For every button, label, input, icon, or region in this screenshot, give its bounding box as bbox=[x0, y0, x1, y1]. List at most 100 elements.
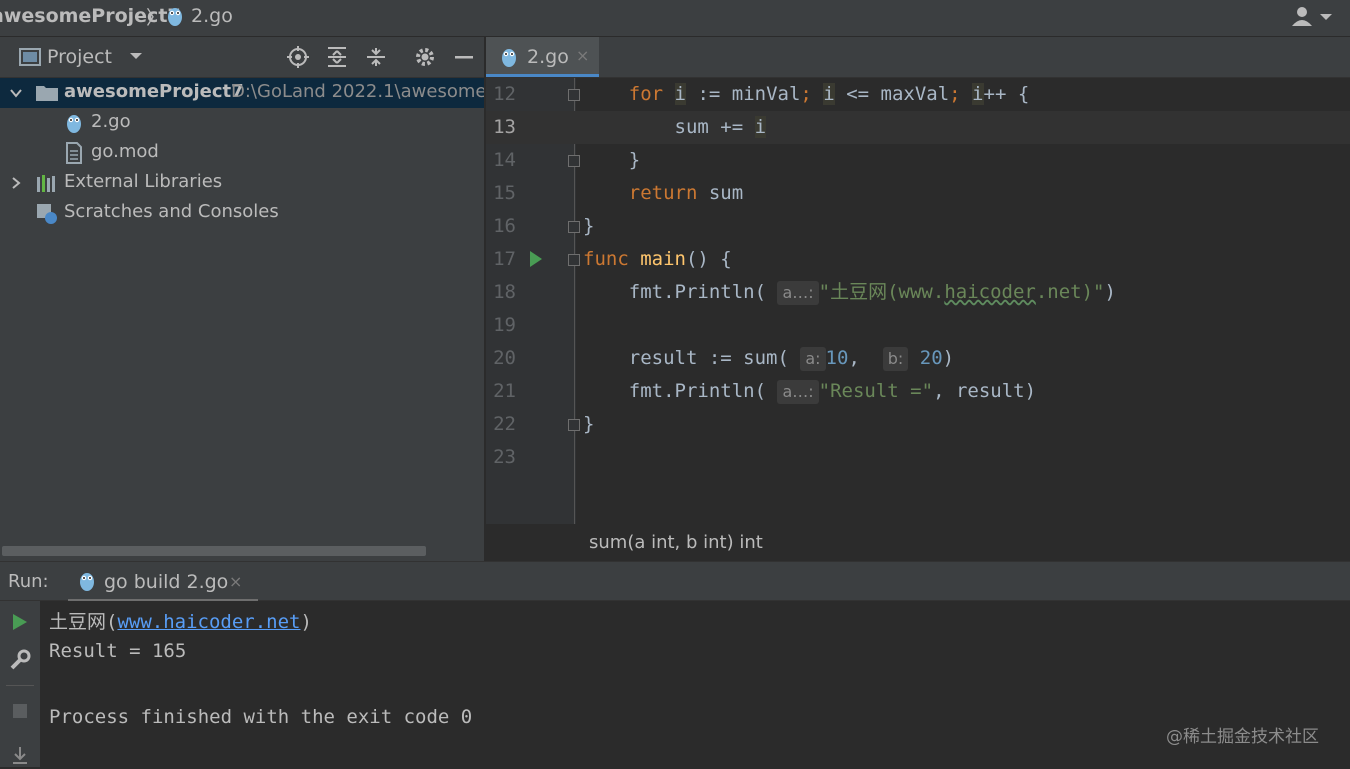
code-text: } bbox=[583, 408, 594, 441]
parameter-hint: a…: bbox=[777, 281, 819, 305]
code-token: haicoder bbox=[944, 281, 1036, 303]
code-token: return bbox=[628, 182, 698, 204]
tree-item-scratches[interactable]: Scratches and Consoles bbox=[0, 198, 484, 228]
close-icon[interactable]: × bbox=[576, 46, 589, 65]
code-line[interactable]: 12 for i := minVal; i <= maxVal; i++ { bbox=[486, 78, 1350, 111]
line-number[interactable]: 14 bbox=[486, 144, 516, 177]
library-icon bbox=[36, 173, 58, 198]
rerun-icon[interactable] bbox=[12, 613, 28, 635]
tree-item-project-root[interactable]: awesomeProject7 D:\GoLand 2022.1\awesome… bbox=[0, 78, 484, 108]
editor-tab-2go[interactable]: 2.go × bbox=[486, 37, 599, 77]
run-main-icon[interactable] bbox=[530, 251, 542, 267]
line-number[interactable]: 22 bbox=[486, 408, 516, 441]
code-token: ++ { bbox=[983, 83, 1030, 105]
project-pane-title[interactable]: Project bbox=[47, 46, 112, 68]
line-number[interactable]: 16 bbox=[486, 210, 516, 243]
code-token: i bbox=[754, 116, 767, 138]
wrench-icon[interactable] bbox=[9, 649, 31, 675]
go-file-icon bbox=[78, 569, 96, 597]
line-number[interactable]: 12 bbox=[486, 78, 516, 111]
chevron-right-icon[interactable] bbox=[9, 174, 23, 195]
code-token: , result) bbox=[933, 380, 1037, 402]
code-line[interactable]: 17 func main() { bbox=[486, 243, 1350, 276]
project-view-icon bbox=[19, 48, 41, 70]
close-icon[interactable]: × bbox=[229, 572, 242, 591]
go-file-icon bbox=[166, 4, 184, 32]
code-text: } bbox=[583, 210, 594, 243]
code-line[interactable]: 23 bbox=[486, 441, 1350, 474]
code-token: "土豆网(www. bbox=[818, 281, 945, 303]
code-text: } bbox=[583, 144, 640, 177]
code-text: fmt.Println( a…: "Result =", result) bbox=[583, 375, 1036, 408]
hide-pane-icon[interactable] bbox=[453, 46, 475, 68]
tree-item-gomod[interactable]: go.mod bbox=[0, 138, 484, 168]
locate-file-icon[interactable] bbox=[287, 46, 309, 68]
scroll-to-end-icon[interactable] bbox=[10, 745, 30, 769]
console-link[interactable]: www.haicoder.net bbox=[117, 611, 300, 633]
code-token: ; bbox=[949, 83, 961, 105]
code-line[interactable]: 13 sum += i bbox=[486, 111, 1350, 144]
function-signature[interactable]: sum(a int, b int) int bbox=[589, 532, 763, 553]
line-number[interactable]: 20 bbox=[486, 342, 516, 375]
code-token: i bbox=[674, 83, 686, 105]
code-token: ) bbox=[1104, 281, 1116, 303]
console-output[interactable]: 土豆网(www.haicoder.net) Result = 165 Proce… bbox=[40, 601, 1350, 767]
fold-marker-icon[interactable] bbox=[568, 419, 580, 431]
tree-item-2go[interactable]: 2.go bbox=[0, 108, 484, 138]
code-line[interactable]: 20 result := sum( a: 10, b: 20) bbox=[486, 342, 1350, 375]
line-number[interactable]: 13 bbox=[486, 111, 516, 144]
fold-marker-icon[interactable] bbox=[568, 155, 580, 167]
tree-item-external-libraries[interactable]: External Libraries bbox=[0, 168, 484, 198]
editor-breadcrumb-bar: sum(a int, b int) int bbox=[486, 524, 1350, 561]
expand-all-icon[interactable] bbox=[326, 46, 348, 68]
code-editor[interactable]: 12 for i := minVal; i <= maxVal; i++ {13… bbox=[486, 78, 1350, 524]
folder-icon bbox=[35, 84, 59, 107]
horizontal-scrollbar[interactable] bbox=[2, 546, 426, 556]
scratches-icon bbox=[36, 203, 58, 228]
user-account-icon[interactable] bbox=[1290, 6, 1334, 28]
code-token: for bbox=[628, 83, 664, 105]
view-dropdown-icon[interactable] bbox=[129, 48, 143, 68]
code-line[interactable]: 14 } bbox=[486, 144, 1350, 177]
collapse-all-icon[interactable] bbox=[365, 46, 387, 68]
parameter-hint: b: bbox=[882, 347, 909, 371]
code-line[interactable]: 15 return sum bbox=[486, 177, 1350, 210]
chevron-down-icon[interactable] bbox=[9, 84, 23, 105]
editor-tab-bar: 2.go × bbox=[486, 37, 1350, 78]
go-file-icon bbox=[500, 45, 518, 73]
line-number[interactable]: 18 bbox=[486, 276, 516, 309]
breadcrumb-file[interactable]: 2.go bbox=[191, 5, 233, 27]
code-token: sum bbox=[697, 182, 744, 204]
code-line[interactable]: 16} bbox=[486, 210, 1350, 243]
code-token: i bbox=[972, 83, 984, 105]
fold-marker-icon[interactable] bbox=[568, 221, 580, 233]
code-token: i bbox=[823, 83, 835, 105]
code-token: , bbox=[848, 347, 883, 369]
line-number[interactable]: 21 bbox=[486, 375, 516, 408]
console-text: ) bbox=[300, 611, 312, 633]
tree-label-2go: 2.go bbox=[91, 111, 131, 132]
fold-marker-icon[interactable] bbox=[568, 89, 580, 101]
code-token: result := sum( bbox=[583, 347, 801, 369]
console-line-3: Process finished with the exit code 0 bbox=[49, 706, 473, 728]
stop-icon[interactable] bbox=[12, 703, 28, 723]
run-title: Run: bbox=[8, 571, 49, 592]
editor-tab-label: 2.go bbox=[527, 46, 569, 68]
run-tab[interactable]: go build 2.go × bbox=[68, 562, 258, 602]
code-line[interactable]: 22} bbox=[486, 408, 1350, 441]
line-number[interactable]: 19 bbox=[486, 309, 516, 342]
line-number[interactable]: 17 bbox=[486, 243, 516, 276]
settings-gear-icon[interactable] bbox=[414, 46, 436, 68]
fold-marker-icon[interactable] bbox=[568, 254, 580, 266]
code-line[interactable]: 21 fmt.Println( a…: "Result =", result) bbox=[486, 375, 1350, 408]
line-number[interactable]: 23 bbox=[486, 441, 516, 474]
run-toolbar bbox=[0, 601, 40, 767]
code-line[interactable]: 19 bbox=[486, 309, 1350, 342]
project-pane-header: Project bbox=[0, 37, 484, 78]
line-number[interactable]: 15 bbox=[486, 177, 516, 210]
code-line[interactable]: 18 fmt.Println( a…: "土豆网(www.haicoder.net… bbox=[486, 276, 1350, 309]
code-text: fmt.Println( a…: "土豆网(www.haicoder.net)") bbox=[583, 276, 1116, 309]
